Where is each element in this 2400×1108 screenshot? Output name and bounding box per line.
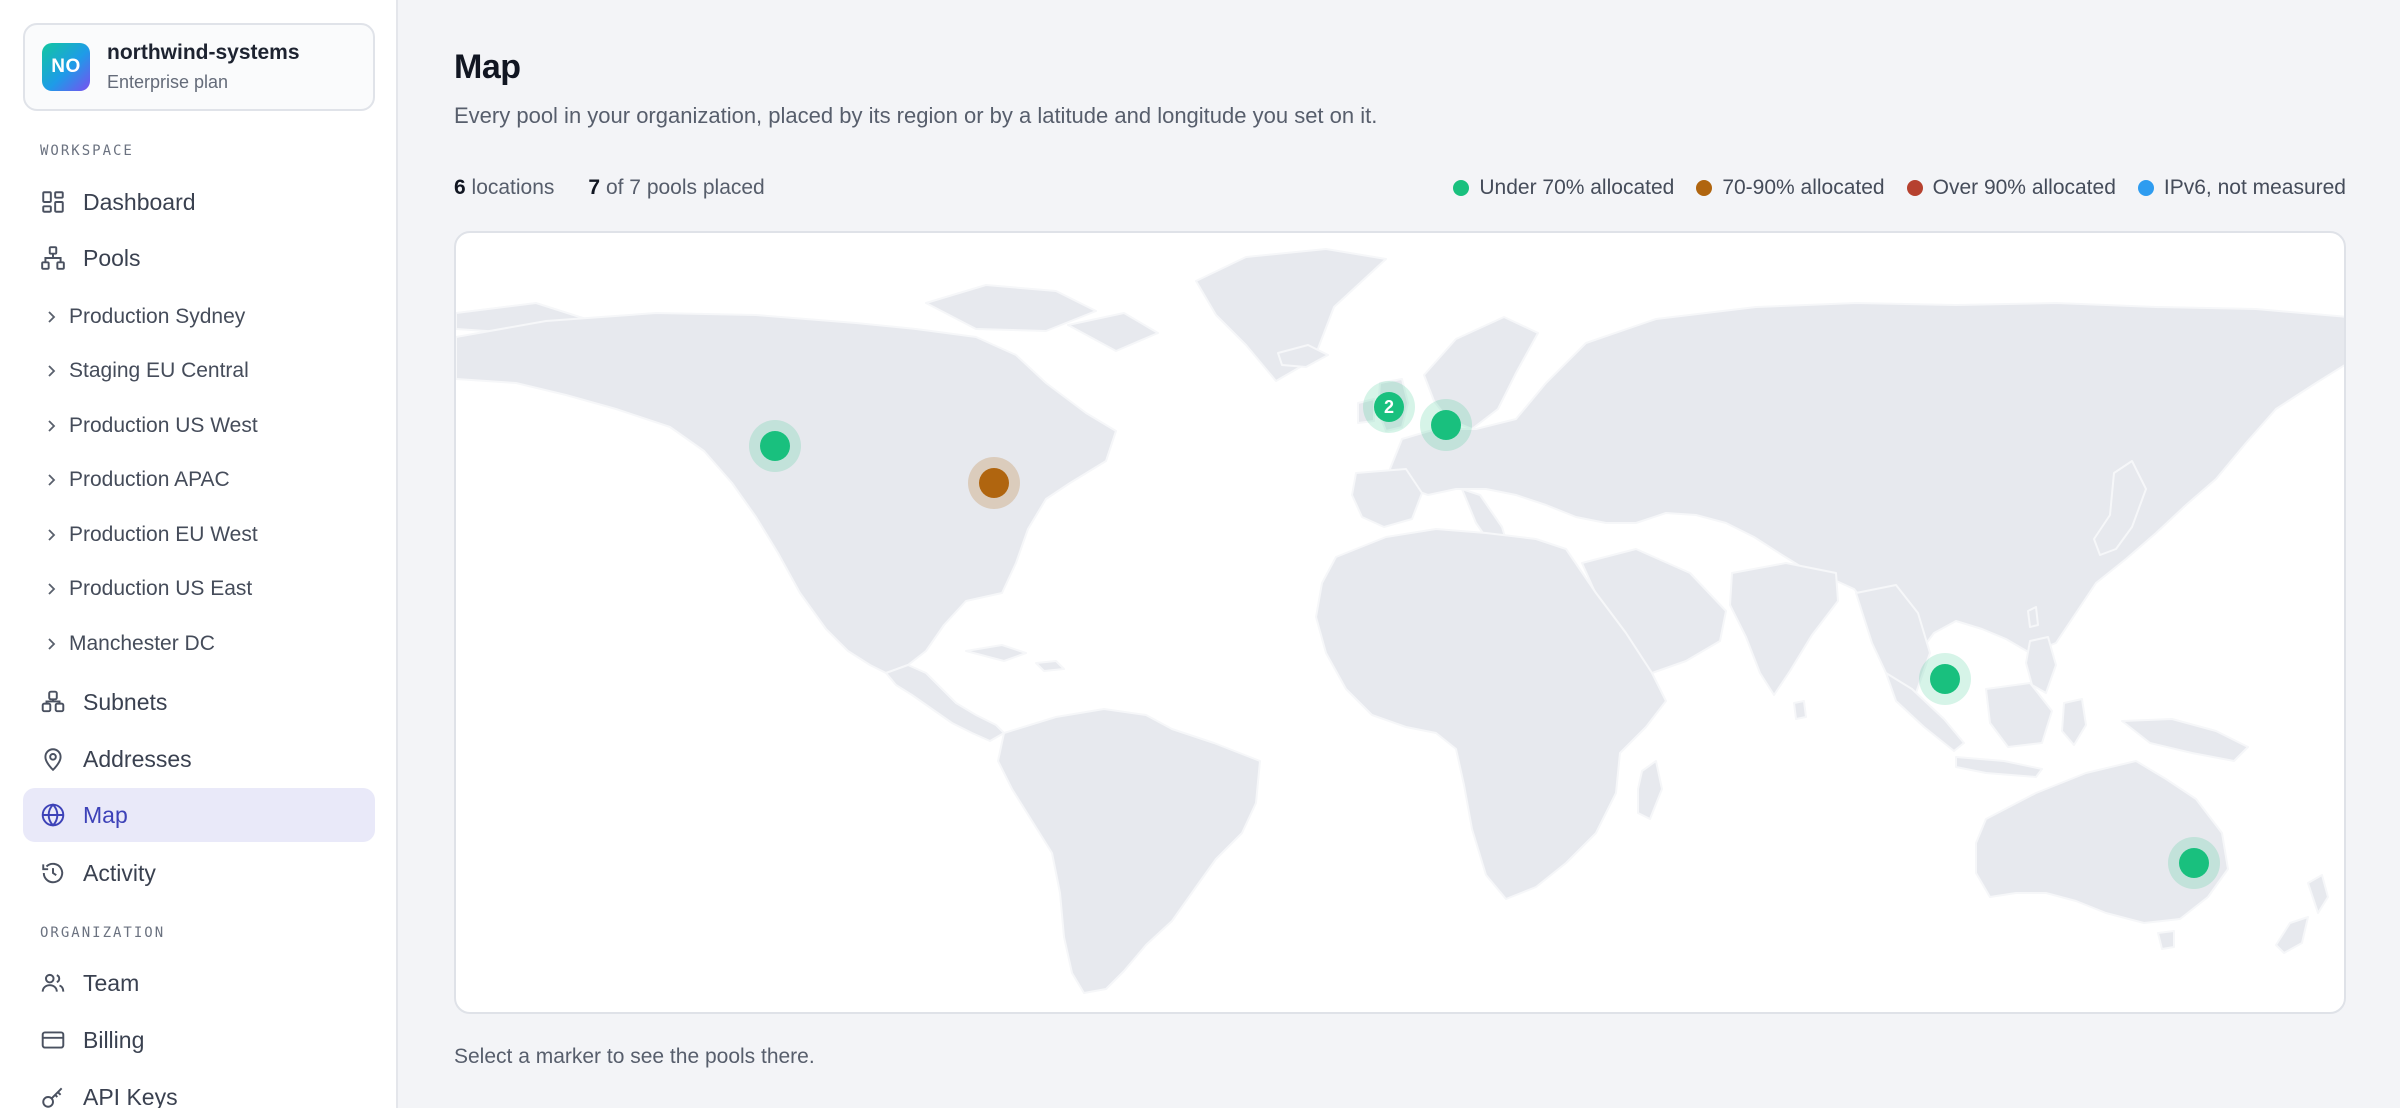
legend-dot xyxy=(2137,180,2154,196)
world-map-landmass xyxy=(456,248,2344,994)
page-title: Map xyxy=(454,48,521,86)
nav-pools-label: Pools xyxy=(83,244,141,271)
org-plan: Enterprise plan xyxy=(107,72,229,92)
pool-item-label: Production US West xyxy=(69,414,258,437)
marker-core xyxy=(2179,848,2209,878)
pool-item-production-sydney[interactable]: Production Sydney xyxy=(23,294,375,340)
map-hint: Select a marker to see the pools there. xyxy=(454,1045,815,1068)
hierarchy-icon xyxy=(40,245,66,271)
nav-map[interactable]: Map xyxy=(23,788,375,842)
subnets-icon xyxy=(40,689,66,715)
globe-icon xyxy=(40,802,66,828)
chevron-right-icon xyxy=(43,472,59,488)
chevron-right-icon xyxy=(43,309,59,325)
legend-label: Over 90% allocated xyxy=(1932,176,2116,199)
world-map[interactable]: 2 xyxy=(454,231,2346,1014)
main-content: Map Every pool in your organization, pla… xyxy=(398,0,2400,1108)
org-avatar: NO xyxy=(42,43,90,91)
pool-item-production-us-east[interactable]: Production US East xyxy=(23,566,375,612)
marker-core xyxy=(1431,410,1461,440)
pool-item-label: Production Sydney xyxy=(69,305,246,328)
pool-item-label: Staging EU Central xyxy=(69,359,249,382)
map-marker-us-east[interactable] xyxy=(968,457,1020,509)
map-pin-icon xyxy=(40,746,66,772)
nav-dashboard[interactable]: Dashboard xyxy=(23,175,375,229)
legend-dot xyxy=(1696,180,1713,196)
page-subtitle: Every pool in your organization, placed … xyxy=(454,103,1378,128)
section-label-workspace: WORKSPACE xyxy=(40,143,134,159)
pool-item-manchester-dc[interactable]: Manchester DC xyxy=(23,621,375,667)
pool-item-staging-eu-central[interactable]: Staging EU Central xyxy=(23,348,375,394)
nav-activity-label: Activity xyxy=(83,859,156,886)
map-marker-apac[interactable] xyxy=(1919,653,1971,705)
legend-item-under-70: Under 70% allocated xyxy=(1453,176,1674,200)
section-label-organization: ORGANIZATION xyxy=(40,925,166,941)
nav-billing-label: Billing xyxy=(83,1026,145,1053)
org-switcher[interactable]: NO northwind-systems Enterprise plan xyxy=(23,23,375,111)
chevron-right-icon xyxy=(43,418,59,434)
marker-core xyxy=(1930,664,1960,694)
legend-item-70-90: 70-90% allocated xyxy=(1696,176,1885,200)
map-marker-us-west[interactable] xyxy=(749,420,801,472)
legend-item-over-90: Over 90% allocated xyxy=(1906,176,2116,200)
marker-core xyxy=(760,431,790,461)
locations-stat: 6 locations xyxy=(454,176,555,199)
users-icon xyxy=(40,970,66,996)
nav-map-label: Map xyxy=(83,801,128,828)
chevron-right-icon xyxy=(43,581,59,597)
map-marker-cluster-eu-west[interactable]: 2 xyxy=(1363,381,1415,433)
pool-item-label: Production APAC xyxy=(69,468,230,491)
nav-team[interactable]: Team xyxy=(23,956,375,1010)
pool-item-label: Production EU West xyxy=(69,523,258,546)
history-icon xyxy=(40,860,66,886)
key-icon xyxy=(40,1084,66,1108)
pool-item-production-us-west[interactable]: Production US West xyxy=(23,403,375,449)
legend-dot xyxy=(1453,180,1470,196)
nav-subnets[interactable]: Subnets xyxy=(23,675,375,729)
org-name: northwind-systems xyxy=(107,41,300,64)
nav-dashboard-label: Dashboard xyxy=(83,188,196,215)
pool-item-production-eu-west[interactable]: Production EU West xyxy=(23,512,375,558)
marker-core xyxy=(979,468,1009,498)
pool-item-label: Manchester DC xyxy=(69,632,215,655)
chevron-right-icon xyxy=(43,636,59,652)
map-legend: Under 70% allocated 70-90% allocated Ove… xyxy=(1453,176,2346,200)
nav-addresses[interactable]: Addresses xyxy=(23,732,375,786)
nav-activity[interactable]: Activity xyxy=(23,846,375,900)
legend-label: 70-90% allocated xyxy=(1722,176,1885,199)
nav-team-label: Team xyxy=(83,969,140,996)
nav-subnets-label: Subnets xyxy=(83,688,168,715)
nav-addresses-label: Addresses xyxy=(83,745,192,772)
pool-item-production-apac[interactable]: Production APAC xyxy=(23,457,375,503)
sidebar: NO northwind-systems Enterprise plan WOR… xyxy=(0,0,398,1108)
legend-dot xyxy=(1906,180,1923,196)
legend-label: IPv6, not measured xyxy=(2163,176,2346,199)
nav-billing[interactable]: Billing xyxy=(23,1013,375,1067)
nav-api-keys-label: API Keys xyxy=(83,1083,178,1108)
nav-api-keys[interactable]: API Keys xyxy=(23,1070,375,1108)
map-marker-eu-central[interactable] xyxy=(1420,399,1472,451)
chevron-right-icon xyxy=(43,527,59,543)
marker-cluster-count: 2 xyxy=(1374,392,1404,422)
legend-label: Under 70% allocated xyxy=(1479,176,1675,199)
placed-stat: 7 of 7 pools placed xyxy=(588,176,765,199)
legend-item-ipv6: IPv6, not measured xyxy=(2137,176,2346,200)
map-stats: 6 locations 7 of 7 pools placed xyxy=(454,176,765,200)
nav-pools[interactable]: Pools xyxy=(23,231,375,285)
dashboard-icon xyxy=(40,189,66,215)
map-marker-sydney[interactable] xyxy=(2168,837,2220,889)
chevron-right-icon xyxy=(43,363,59,379)
credit-card-icon xyxy=(40,1027,66,1053)
pool-item-label: Production US East xyxy=(69,577,253,600)
